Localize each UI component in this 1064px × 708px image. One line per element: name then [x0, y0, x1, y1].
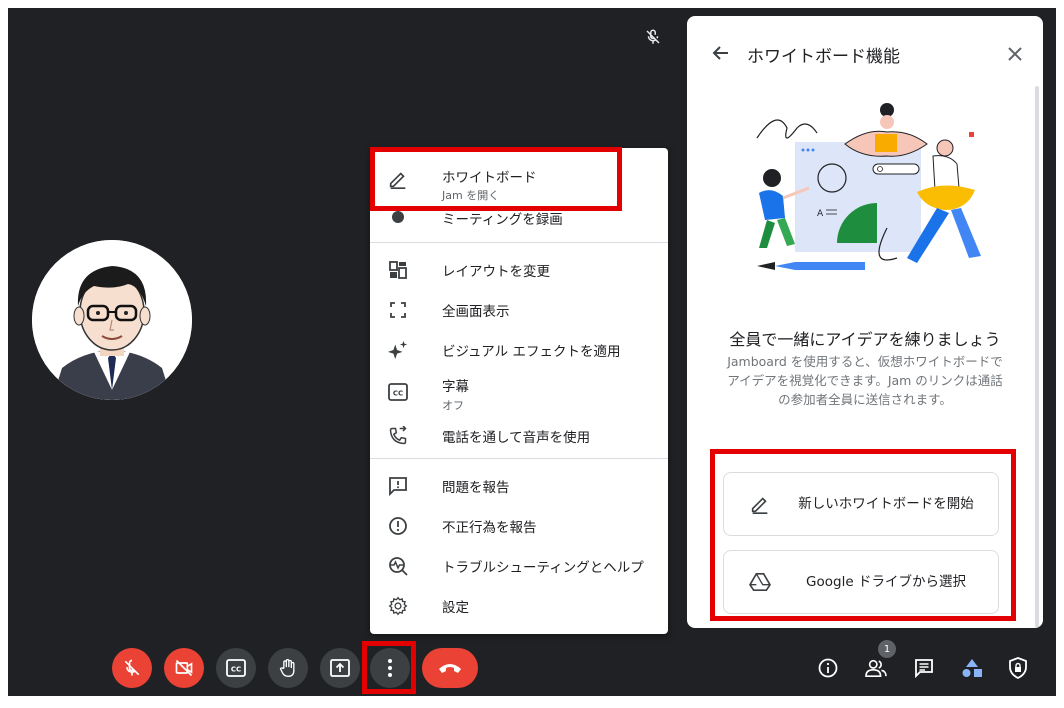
panel-scrollbar[interactable] [1035, 86, 1039, 628]
participants-count-badge: 1 [878, 640, 896, 658]
menu-divider [370, 242, 668, 243]
closed-captions-icon: CC [386, 380, 410, 404]
info-icon [818, 658, 838, 678]
person-illustration [32, 240, 192, 400]
mic-off-icon [646, 29, 660, 44]
menu-item-label: 字幕 [442, 379, 469, 395]
shield-lock-icon [1009, 657, 1027, 679]
menu-item-settings[interactable]: 設定 [370, 586, 668, 626]
chat-button[interactable] [912, 656, 936, 680]
mic-toggle-button[interactable] [112, 648, 152, 688]
back-arrow-icon[interactable] [711, 43, 731, 63]
leave-call-button[interactable] [422, 648, 478, 688]
menu-item-label: ミーティングを録画 [442, 212, 563, 228]
menu-item-layout[interactable]: レイアウトを変更 [370, 250, 668, 290]
alert-circle-icon [386, 514, 410, 538]
menu-item-report-abuse[interactable]: 不正行為を報告 [370, 506, 668, 546]
menu-item-label: 不正行為を報告 [442, 520, 537, 536]
menu-item-label: 問題を報告 [442, 480, 510, 496]
host-controls-button[interactable] [1006, 656, 1030, 680]
meeting-details-button[interactable] [816, 656, 840, 680]
menu-item-label: 全画面表示 [442, 304, 510, 320]
panel-title: ホワイトボード機能 [747, 47, 900, 67]
camera-off-icon [175, 659, 193, 677]
svg-text:CC: CC [393, 390, 403, 398]
sparkle-icon [386, 338, 410, 362]
more-options-menu: ホワイトボード Jam を開く ミーティングを録画 レイアウトを変更 全画面表示 [370, 148, 668, 634]
svg-text:A: A [817, 209, 824, 219]
svg-text:CC: CC [231, 666, 241, 674]
whiteboard-illustration: A [756, 103, 981, 270]
troubleshoot-icon [386, 554, 410, 578]
closed-captions-icon: CC [226, 659, 246, 677]
gear-icon [386, 594, 410, 618]
captions-button[interactable]: CC [216, 648, 256, 688]
menu-item-report-problem[interactable]: 問題を報告 [370, 466, 668, 506]
activities-button[interactable] [960, 656, 984, 680]
menu-item-phone-audio[interactable]: 電話を通して音声を使用 [370, 416, 668, 456]
activities-icon [962, 659, 982, 677]
menu-item-label: 電話を通して音声を使用 [442, 430, 591, 446]
highlight-more-options-button [362, 641, 416, 694]
call-end-icon [439, 664, 461, 673]
participant-avatar [32, 240, 192, 400]
panel-heading: 全員で一緒にアイデアを練りましょう [729, 330, 1001, 349]
menu-item-troubleshoot[interactable]: トラブルシューティングとヘルプ [370, 546, 668, 586]
menu-item-label: 設定 [442, 600, 469, 616]
close-icon[interactable] [1005, 44, 1025, 64]
mic-off-icon [124, 659, 140, 676]
hand-icon [279, 659, 295, 678]
menu-item-captions[interactable]: CC 字幕 オフ [370, 370, 668, 414]
menu-item-label: トラブルシューティングとヘルプ [442, 560, 644, 576]
layout-icon [386, 258, 410, 282]
highlight-whiteboard-menu-item [370, 147, 622, 211]
panel-description: Jamboard を使用すると、仮想ホワイトボードでアイデアを視覚化できます。J… [727, 354, 1003, 407]
feedback-icon [386, 474, 410, 498]
present-icon [330, 659, 350, 677]
chat-icon [915, 659, 933, 678]
raise-hand-button[interactable] [268, 648, 308, 688]
camera-toggle-button[interactable] [164, 648, 204, 688]
people-icon [865, 659, 887, 677]
participants-button[interactable] [864, 656, 888, 680]
menu-item-label: レイアウトを変更 [442, 264, 550, 280]
highlight-panel-buttons [710, 449, 1016, 621]
menu-item-fullscreen[interactable]: 全画面表示 [370, 290, 668, 330]
menu-item-sublabel: オフ [442, 399, 464, 412]
phone-forward-icon [386, 424, 410, 448]
menu-divider [370, 458, 668, 459]
menu-item-visual-effects[interactable]: ビジュアル エフェクトを適用 [370, 330, 668, 370]
fullscreen-icon [386, 298, 410, 322]
present-screen-button[interactable] [320, 648, 360, 688]
menu-item-label: ビジュアル エフェクトを適用 [442, 344, 621, 360]
